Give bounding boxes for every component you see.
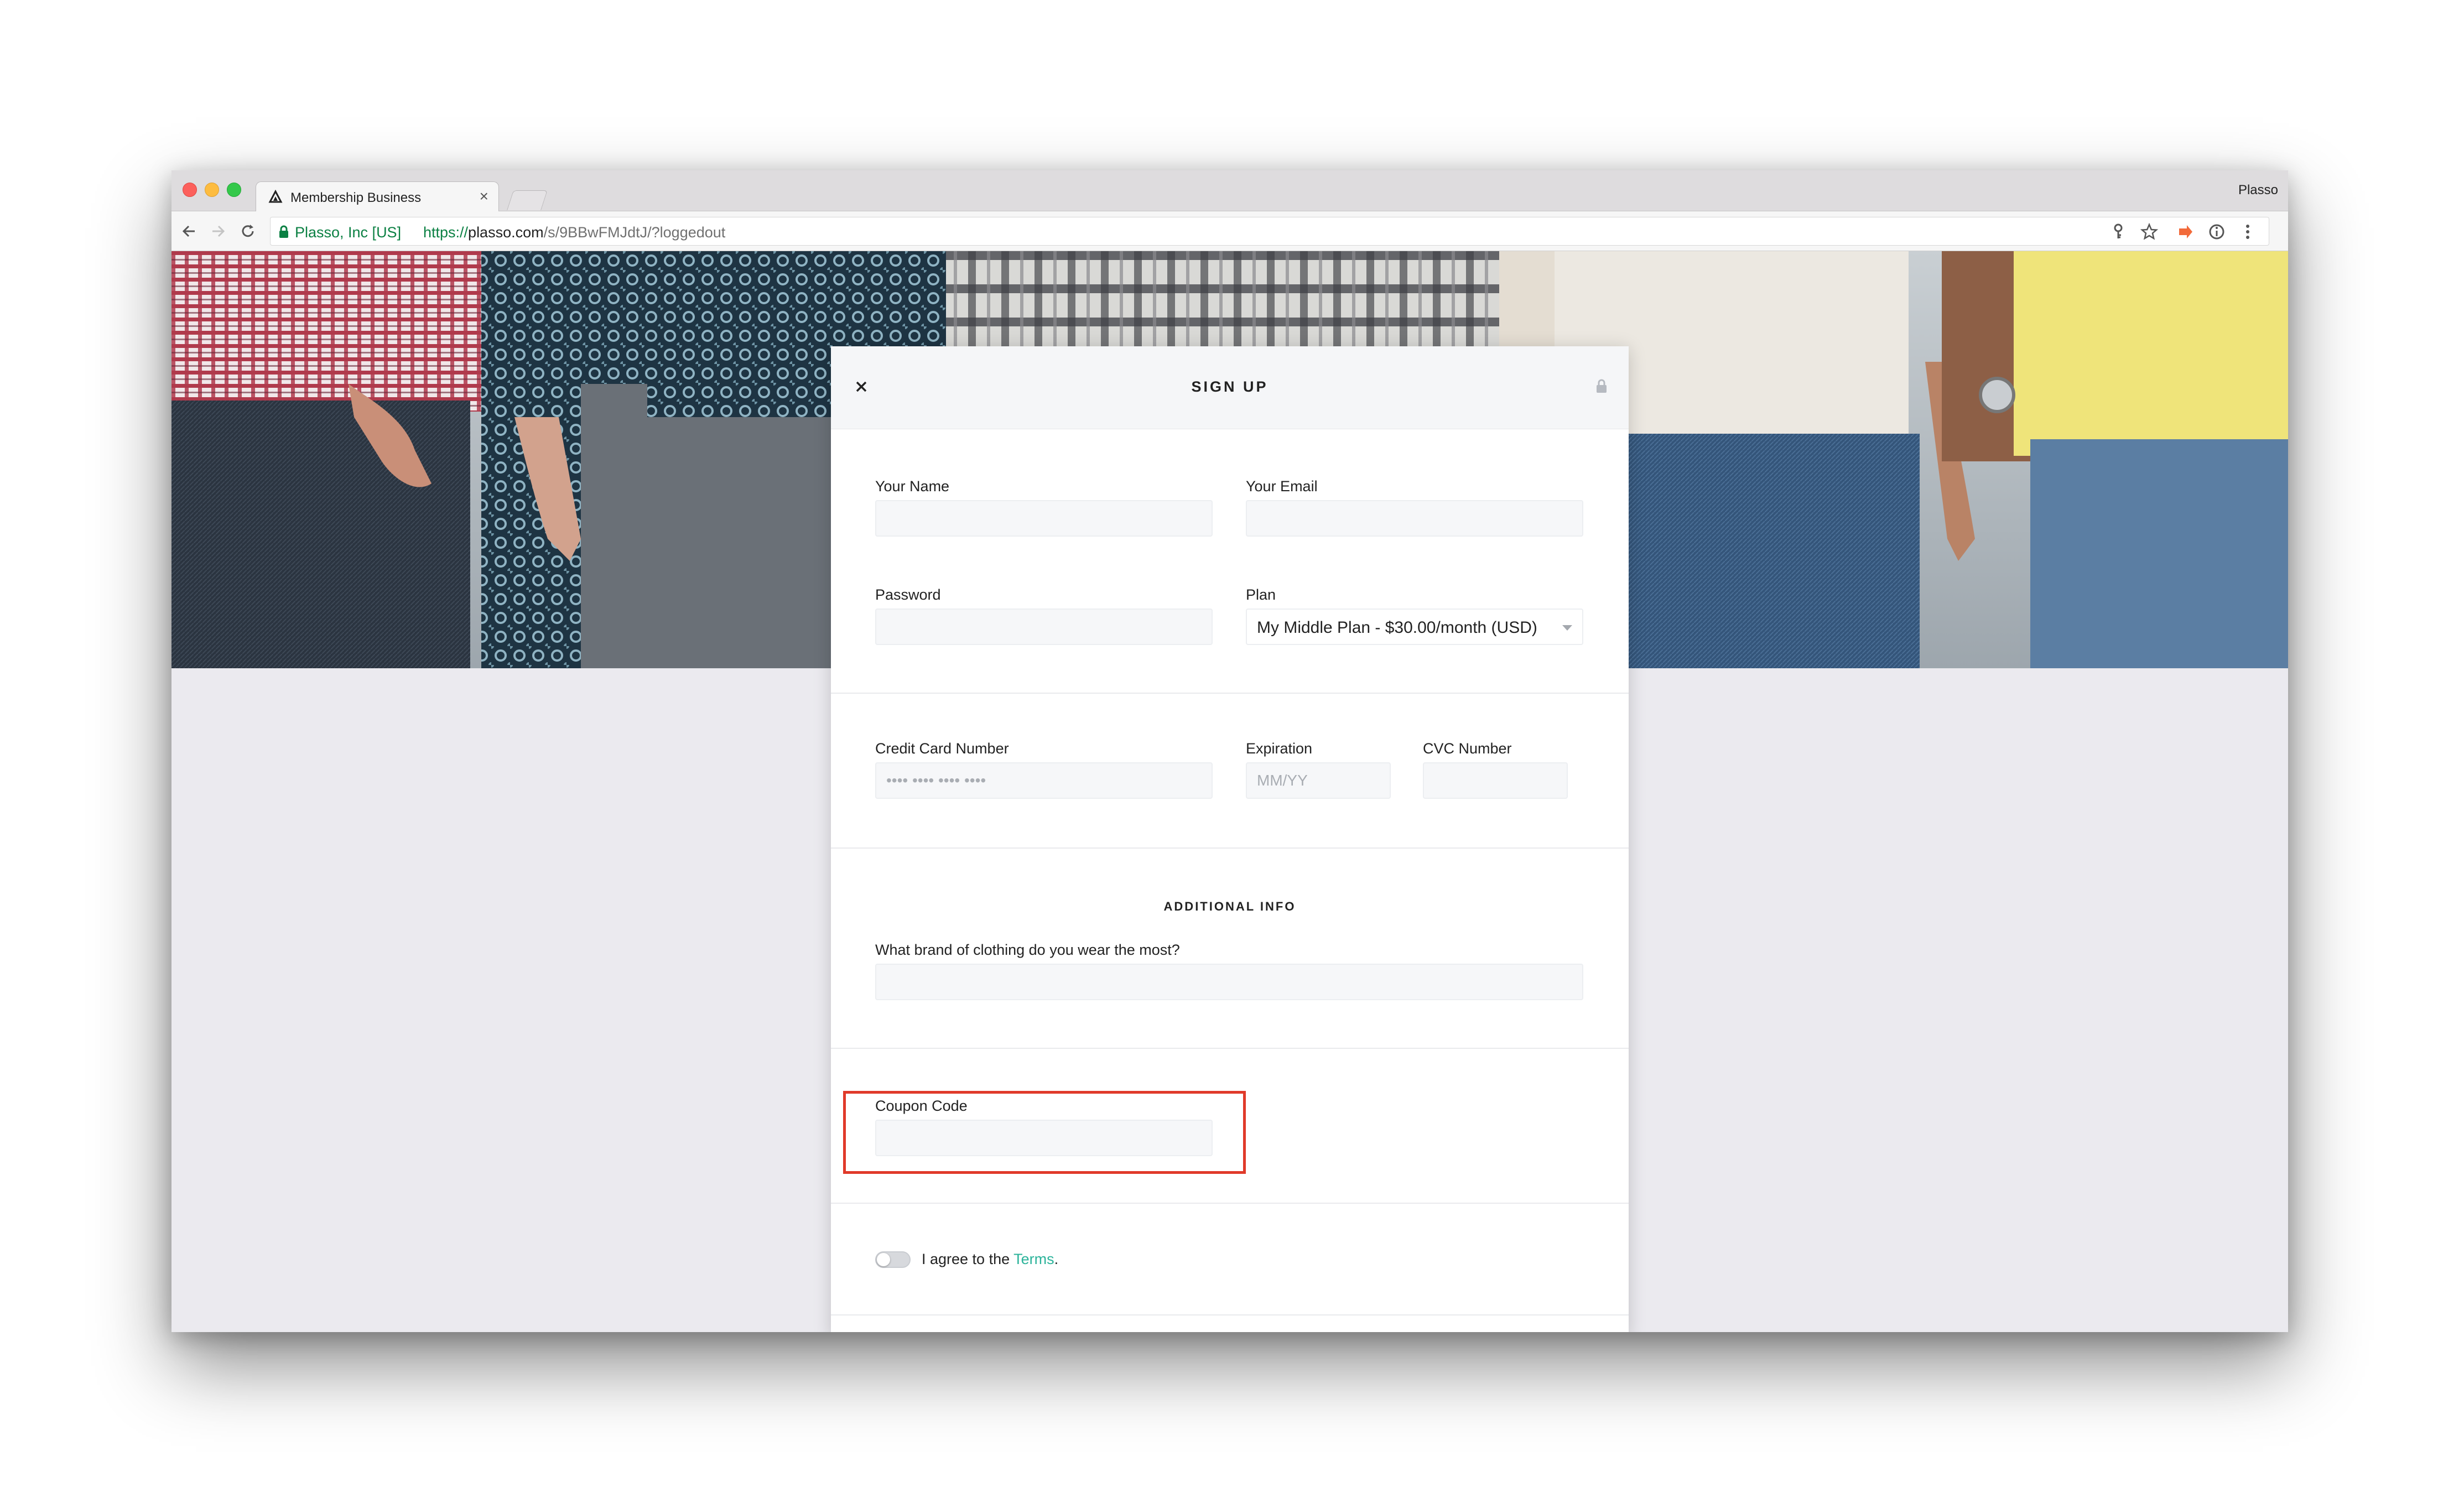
new-tab-button[interactable] [507,190,548,210]
terms-link[interactable]: Terms [1013,1251,1054,1267]
clothing-question-label: What brand of clothing do you wear the m… [875,942,1180,958]
page-content: SIGN UP Your Name Your Email Password Pl… [171,251,2288,1332]
section-divider [831,847,1629,849]
name-input[interactable] [875,500,1213,537]
browser-toolbar: Plasso, Inc [US] https://plasso.com/s/9B… [171,211,2288,251]
secure-connection-label: Plasso, Inc [US] [295,224,402,241]
section-divider [831,693,1629,694]
card-number-label: Credit Card Number [875,740,1009,757]
tab-title: Membership Business [290,190,422,205]
plan-select[interactable]: My Middle Plan - $30.00/month (USD) [1246,609,1583,645]
url-text[interactable]: https://plasso.com/s/9BBwFMJdtJ/?loggedo… [423,224,725,241]
minimize-window-button[interactable] [205,183,219,197]
clothing-brand-input[interactable] [875,964,1583,1000]
url-path: /s/9BBwFMJdtJ/?loggedout [543,224,726,241]
plan-select-value: My Middle Plan - $30.00/month (USD) [1257,618,1537,637]
terms-agreement-text: I agree to the Terms. [922,1251,1058,1268]
profile-name[interactable]: Plasso [2238,183,2278,198]
chevron-down-icon [1562,625,1572,631]
modal-header: SIGN UP [831,346,1629,429]
coupon-highlight-box [843,1091,1246,1174]
signup-modal: SIGN UP Your Name Your Email Password Pl… [831,346,1629,1332]
email-label: Your Email [1246,478,1318,495]
browser-tab[interactable]: Membership Business × [256,181,499,212]
section-divider [831,1048,1629,1049]
screenshot-stage: Membership Business × Plasso Plasso, Inc… [0,0,2464,1508]
extension-icon[interactable] [2176,222,2196,242]
browser-window: Membership Business × Plasso Plasso, Inc… [171,170,2288,1332]
terms-suffix: . [1054,1251,1059,1267]
address-bar[interactable]: Plasso, Inc [US] https://plasso.com/s/9B… [270,217,2269,246]
cvc-input[interactable] [1423,762,1568,799]
plan-label: Plan [1246,586,1276,603]
modal-title: SIGN UP [1191,378,1269,395]
omnibox-actions [2108,222,2263,242]
menu-icon[interactable] [2238,222,2258,242]
card-number-input[interactable] [875,762,1213,799]
lock-icon [1597,379,1607,393]
close-window-button[interactable] [183,183,197,197]
section-divider [831,1203,1629,1204]
toggle-knob [877,1253,890,1266]
title-bar: Membership Business × Plasso [171,170,2288,212]
section-divider [831,1314,1629,1315]
terms-prefix: I agree to the [922,1251,1014,1267]
additional-info-title: ADDITIONAL INFO [1163,899,1296,913]
terms-toggle[interactable] [875,1251,911,1268]
url-host: plasso.com [468,224,544,241]
expiration-input[interactable] [1246,762,1391,799]
star-icon[interactable] [2139,222,2159,242]
back-icon[interactable] [179,221,199,241]
email-input[interactable] [1246,500,1583,537]
plasso-favicon-icon [268,190,283,203]
info-icon[interactable] [2207,222,2227,242]
password-input[interactable] [875,609,1213,645]
lock-icon [279,225,288,238]
expiration-label: Expiration [1246,740,1313,757]
url-scheme: https:// [423,224,469,241]
tab-close-icon[interactable]: × [480,189,488,204]
cvc-label: CVC Number [1423,740,1512,757]
key-icon[interactable] [2108,222,2128,242]
zoom-window-button[interactable] [227,183,241,197]
reload-icon[interactable] [238,221,258,241]
forward-icon[interactable] [208,221,228,241]
password-label: Password [875,586,941,603]
name-label: Your Name [875,478,950,495]
